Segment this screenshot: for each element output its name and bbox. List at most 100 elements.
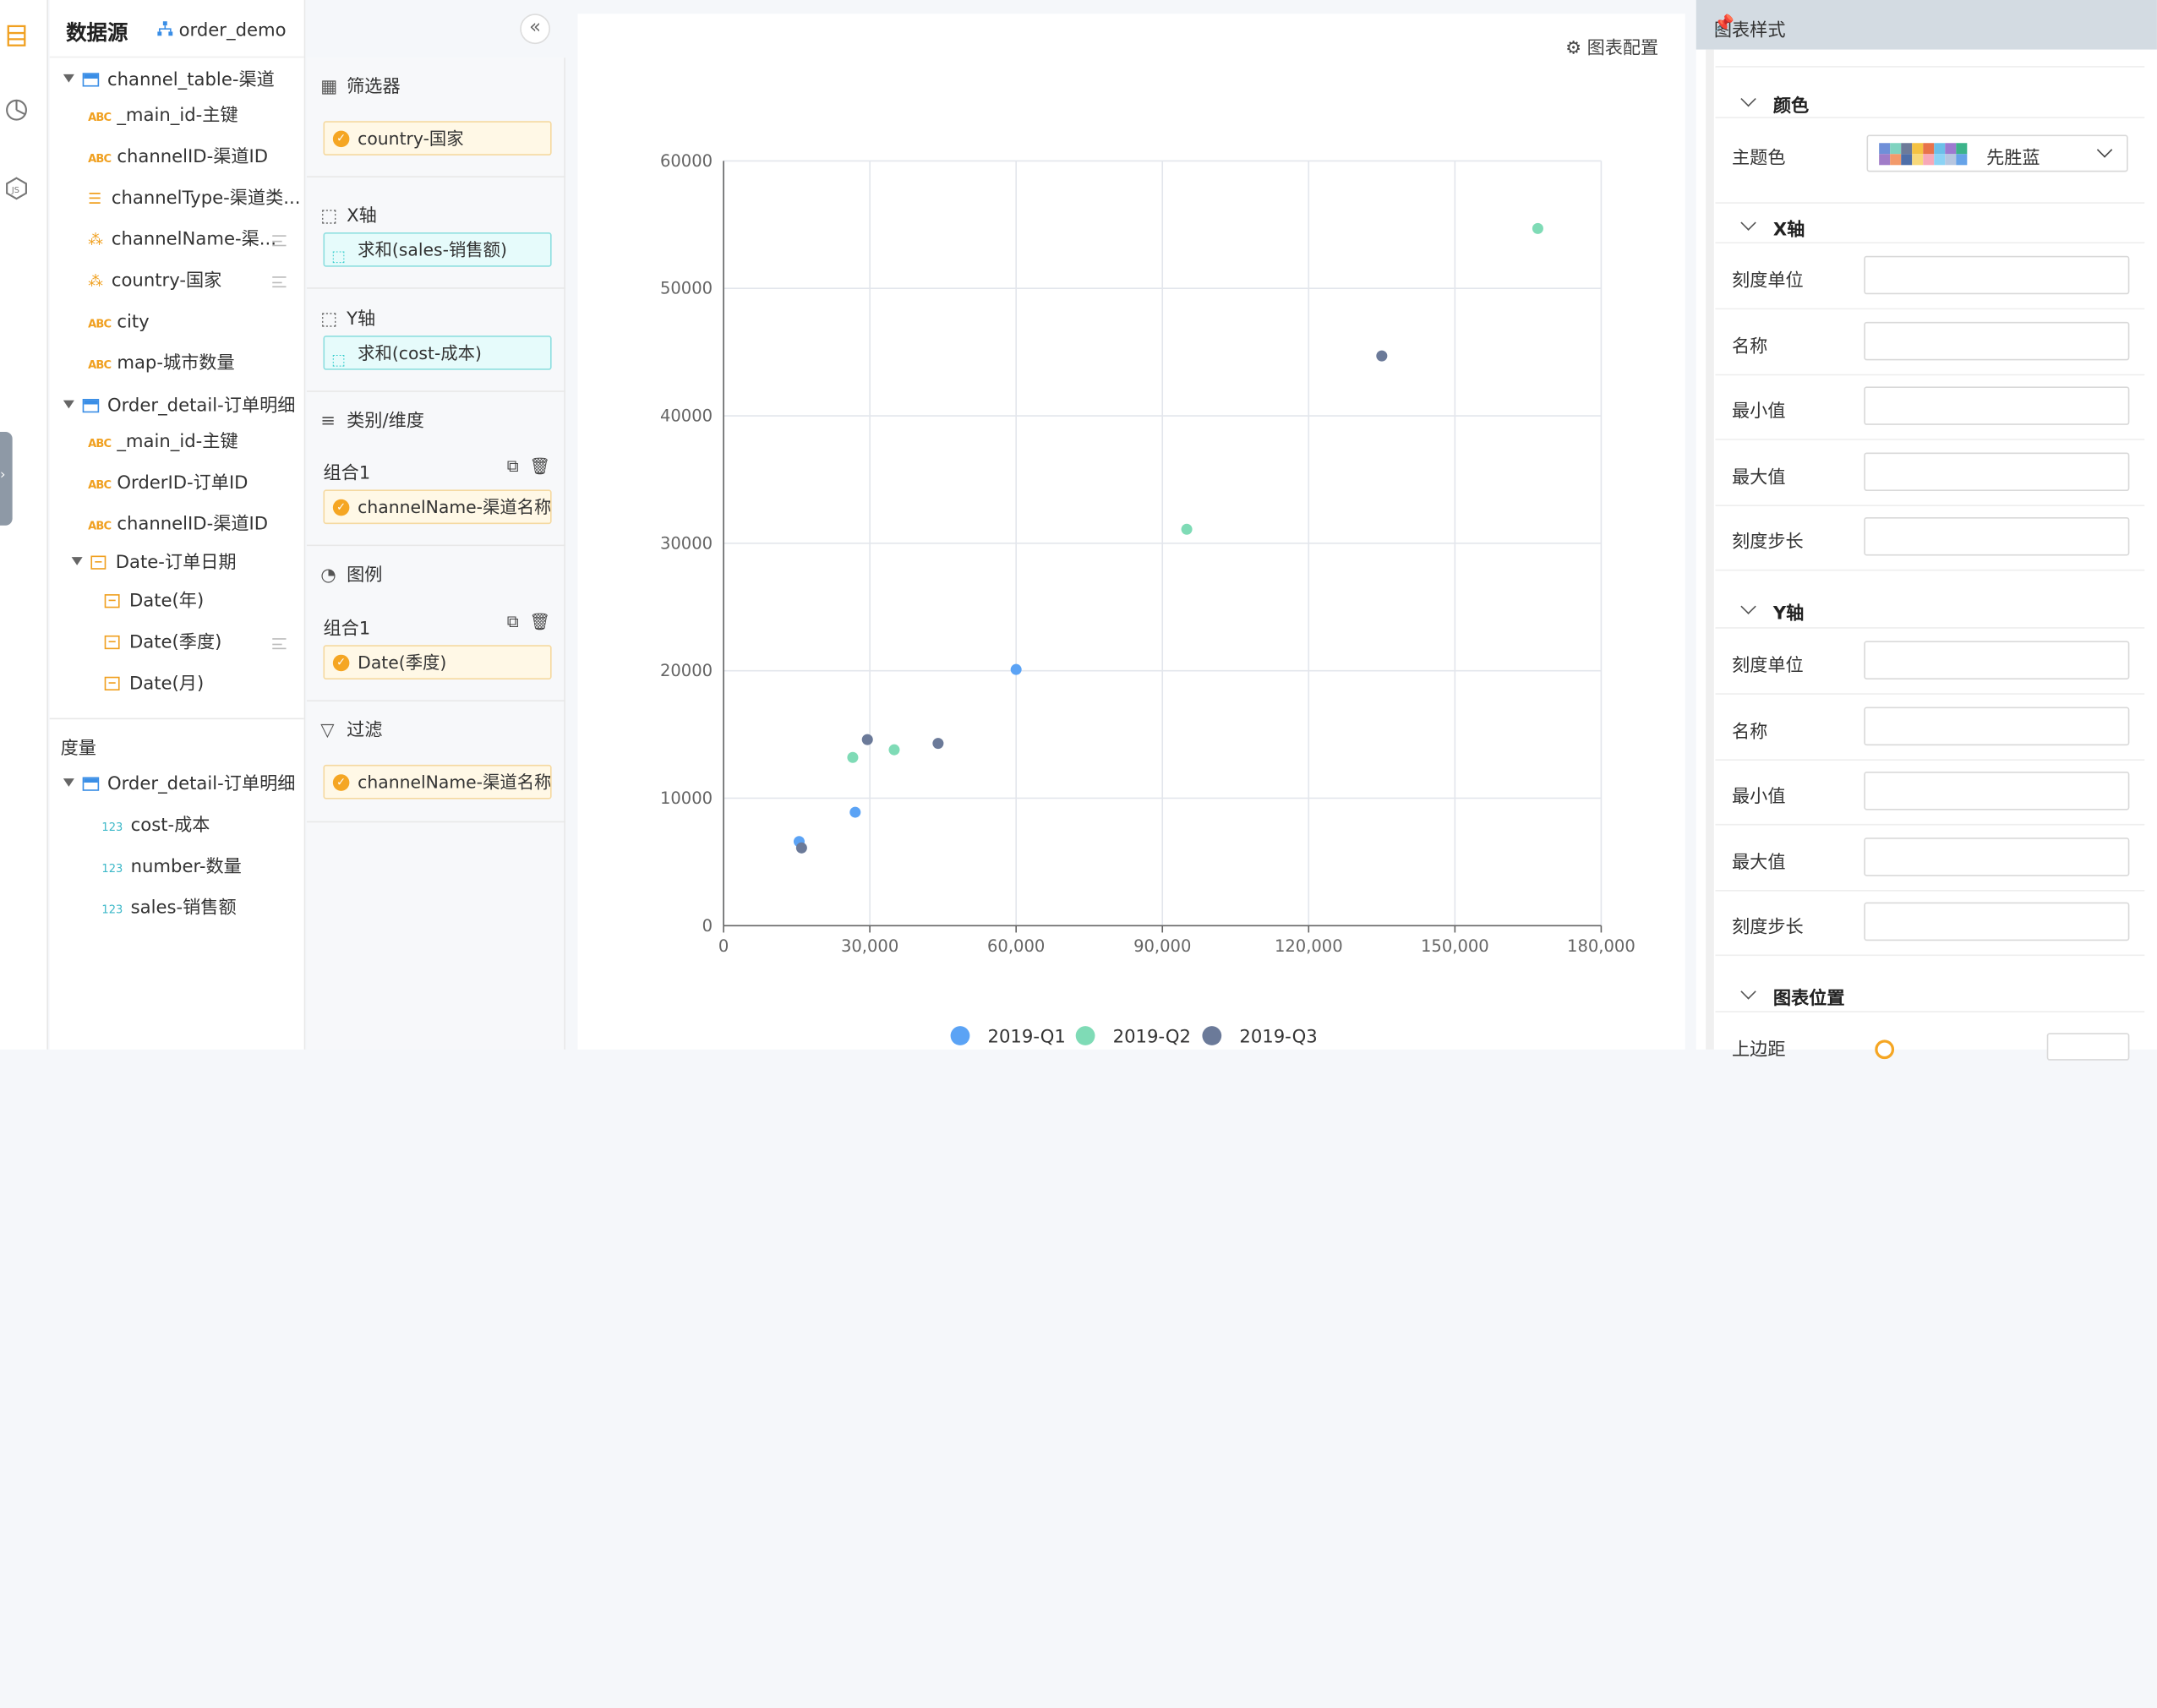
y-axis-field-input[interactable] [1864,772,2130,810]
x-axis-field-input[interactable] [1864,255,2130,295]
divider [1715,889,2145,891]
measure-field[interactable]: 123 sales-销售额 [101,894,303,925]
datasource-selector[interactable]: order_demo [157,20,287,41]
category-field-pill[interactable]: ✓ channelName-渠道名称 [323,489,552,525]
y-tick-label: 60000 [660,151,713,171]
theme-label: 主题色 [1732,148,1786,170]
legend-group-actions: ⧉ 🗑 [507,612,550,632]
legend-label: 2019-Q3 [1239,1026,1317,1047]
y-axis-field-label: 名称 [1732,721,1768,743]
y-axis-field-input[interactable] [1864,706,2130,745]
pin-icon[interactable]: 📌 [1714,14,2146,33]
measure-table-node[interactable]: Order_detail-订单明细 [63,770,304,800]
field-menu-icon[interactable] [272,276,287,288]
field-menu-icon[interactable] [272,235,287,247]
dimension-field[interactable]: ⁂ country-国家 [88,267,304,297]
datasource-icon[interactable] [4,24,29,48]
swatch-cell [1901,154,1913,166]
top-margin-label: 上边距 [1732,1040,1786,1061]
measure-field[interactable]: 123 cost-成本 [101,811,303,842]
category-group-label: 组合1 [323,463,371,484]
y-axis-field-pill[interactable]: ⬚ 求和(cost-成本) [323,336,552,370]
theme-select[interactable]: 先胜蓝 [1866,134,2128,172]
color-section-title[interactable]: 颜色 [1740,90,1809,117]
dimension-field[interactable]: ☰ channelType-渠道类... [88,184,304,215]
dimension-field[interactable]: ABC _main_id-主键 [88,101,304,132]
divider [1715,373,2145,375]
chevron-down-icon [1740,215,1756,231]
dimension-field[interactable]: ABC channelID-渠道ID [88,510,304,541]
y-tick-label: 40000 [660,407,713,426]
list-icon: ≡ [320,411,336,433]
dimension-field[interactable]: ABC _main_id-主键 [88,428,304,458]
divider [1715,569,2145,571]
category-group-actions: ⧉ 🗑 [507,456,550,477]
category-section-title: ≡ 类别/维度 [320,411,424,433]
app-root: JS › 数据源 order_demo channel_table-渠道 ABC _… [0,0,2157,1708]
x-axis-field-input[interactable] [1864,451,2130,491]
y-axis-field-input[interactable] [1864,641,2130,679]
measure-tag-icon: ⬚ [331,247,347,266]
x-axis-field-label: 刻度单位 [1732,270,1804,292]
divider [1715,823,2145,826]
trash-icon[interactable]: 🗑 [529,456,550,476]
copy-icon[interactable]: ⧉ [507,612,519,631]
dimension-field[interactable]: ABC city [88,308,304,339]
divider [1715,758,2145,761]
filter-field-pill[interactable]: ✓ country-国家 [323,121,552,156]
chart-pie-icon[interactable] [4,98,29,123]
legend-section-title: ◔ 图例 [320,565,383,587]
filter2-field-pill[interactable]: ✓ channelName-渠道名称 [323,764,552,799]
date-field[interactable]: Date(月) [104,670,304,701]
divider [1715,1011,2145,1012]
x-axis-field-input[interactable] [1864,516,2130,556]
text-type-icon: ABC [88,478,112,492]
script-js-icon[interactable]: JS [4,176,29,200]
table-node[interactable]: channel_table-渠道 [63,66,304,96]
y-axis-field-input[interactable] [1864,837,2130,876]
palette-icon: ◔ [320,565,336,587]
copy-icon[interactable]: ⧉ [507,456,519,476]
swatch-cell [1879,143,1891,155]
table-node[interactable]: Order_detail-订单明细 [63,392,304,423]
style-panel-scrollbar[interactable] [1706,49,1714,1050]
field-config-panel: ▦ 筛选器 ✓ country-国家 ⬚ X轴 ⬚ 求和(sales-销售额) ⬚ Y轴 … [306,57,565,1050]
scatter-point [849,806,861,818]
chevron-down-icon [1740,984,1756,1000]
dimension-field[interactable]: ABC channelID-渠道ID [88,143,304,173]
caret-down-icon [63,74,74,83]
dimension-field[interactable]: ⁂ channelName-渠... [88,226,304,256]
date-field[interactable]: Date(季度) [104,629,304,659]
divider [1715,308,2145,310]
date-group-node[interactable]: Date-订单日期 [71,548,304,579]
measure-field[interactable]: 123 number-数量 [101,853,303,883]
collapse-panel-button[interactable]: « [520,14,550,45]
chart-position-section-title[interactable]: 图表位置 [1740,984,1845,1010]
x-axis-section-title[interactable]: X轴 [1740,215,1805,241]
swatch-cell [1956,143,1968,155]
y-axis-field-input[interactable] [1864,902,2130,941]
divider [1715,954,2145,957]
dimension-field[interactable]: ABC OrderID-订单ID [88,469,304,499]
panel-expand-handle[interactable]: › [0,432,13,526]
trash-icon[interactable]: 🗑 [529,612,550,631]
x-axis-section-title: ⬚ X轴 [320,206,377,227]
y-axis-field-label: 刻度单位 [1732,656,1804,677]
legend-field-pill[interactable]: ✓ Date(季度) [323,645,552,679]
swatch-cell [1923,143,1935,155]
tag-icon: ⬚ [320,309,338,330]
legend-label: 2019-Q2 [1113,1026,1191,1047]
y-axis-field-label: 刻度步长 [1732,917,1804,938]
table-icon [82,398,100,413]
x-axis-field-input[interactable] [1864,321,2130,360]
y-axis-section-title[interactable]: Y轴 [1740,598,1804,625]
field-menu-icon[interactable] [272,638,287,650]
caret-down-icon [71,557,83,565]
tag-icon: ⬚ [320,206,338,227]
text-type-icon: ABC [88,317,112,330]
dimension-field[interactable]: ABC map-城市数量 [88,349,304,379]
top-margin-input[interactable] [2046,1033,2130,1061]
x-axis-field-pill[interactable]: ⬚ 求和(sales-销售额) [323,232,552,267]
x-axis-field-input[interactable] [1864,386,2130,425]
date-field[interactable]: Date(年) [104,587,304,618]
